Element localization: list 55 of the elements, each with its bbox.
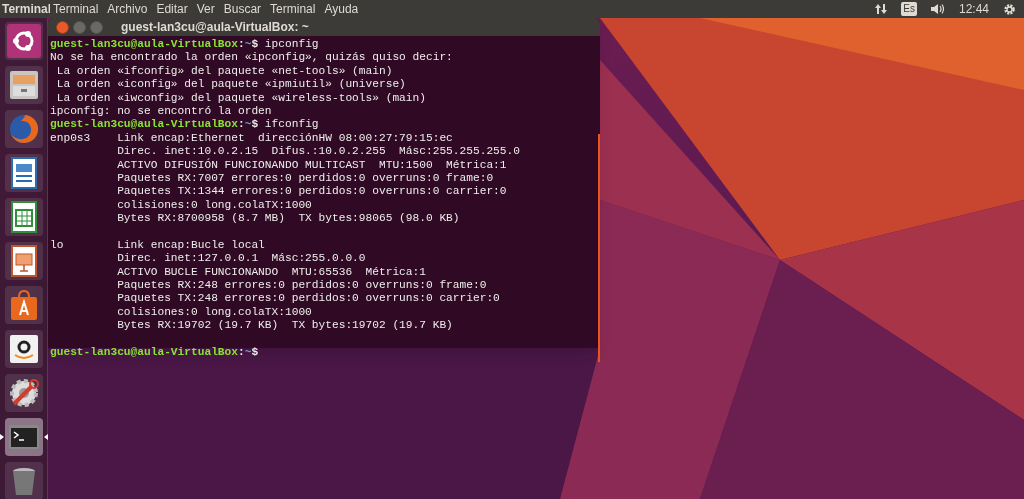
launcher-item[interactable] [4, 66, 43, 104]
output-line: Paquetes RX:7007 errores:0 perdidos:0 overruns:0 frame:0 [116, 171, 494, 184]
menu-item[interactable]: Ver [196, 0, 215, 18]
menu-item[interactable]: Terminal [53, 0, 99, 18]
prompt-user-host: guest-lan3cu@aula-VirtualBox [50, 38, 238, 50]
output-line: Bytes RX:8700958 (8.7 MB) TX bytes:98065 (98.0 KB) [116, 212, 460, 225]
clock[interactable]: 12:44 [958, 0, 989, 18]
output-line: No se ha encontrado la orden «ipconfig», quizás quiso decir: [50, 51, 453, 64]
output-line: ACTIVO BUCLE FUNCIONANDO MTU:65536 Métrica:1 [116, 265, 426, 278]
keyboard-layout-indicator[interactable]: Es [901, 2, 917, 16]
launcher-item[interactable] [4, 242, 43, 280]
output-line: lo Link encap:Bucle local [50, 238, 265, 251]
menu-item[interactable]: Ayuda [324, 0, 359, 18]
command-text: ipconfig [263, 38, 319, 50]
close-button[interactable] [56, 20, 69, 34]
output-line: Paquetes RX:248 errores:0 perdidos:0 overruns:0 frame:0 [116, 279, 487, 292]
menu-item[interactable]: Editar [156, 0, 188, 18]
prompt-path: :~$ [238, 346, 259, 358]
output-line: La orden «ifconfig» del paquete «net-tools» (main) [55, 64, 393, 77]
output-line: Direc. inet:10.0.2.15 Difus.:10.0.2.255 Másc:255.255.255.0 [116, 145, 520, 158]
output-line: ipconfig: no se encontró la orden [50, 104, 272, 117]
app-title: Terminal [1, 1, 50, 18]
menu-item[interactable]: Archivo [107, 0, 148, 18]
output-line: Bytes RX:19702 (19.7 KB) TX bytes:19702 (19.7 KB) [116, 319, 453, 332]
settings-icon[interactable] [1003, 2, 1016, 16]
focus-indicator-icon [43, 434, 48, 440]
output-line: colisiones:0 long.colaTX:1000 [116, 305, 312, 318]
prompt-user-host: guest-lan3cu@aula-VirtualBox [50, 346, 238, 358]
window-title: guest-lan3cu@aula-VirtualBox: ~ [121, 19, 309, 36]
launcher-item[interactable] [4, 22, 43, 60]
output-line: colisiones:0 long.colaTX:1000 [116, 198, 312, 211]
launcher-item[interactable] [4, 198, 43, 236]
output-line: Paquetes TX:1344 errores:0 perdidos:0 overruns:0 carrier:0 [116, 185, 507, 198]
output-line: ACTIVO DIFUSIÓN FUNCIONANDO MULTICAST MTU:1500 Métrica:1 [116, 158, 507, 171]
output-line: Paquetes TX:248 errores:0 perdidos:0 overruns:0 carrier:0 [116, 292, 500, 305]
output-line: Direc. inet:127.0.0.1 Másc:255.0.0.0 [116, 252, 366, 265]
volume-icon[interactable] [930, 3, 945, 15]
running-indicator-icon [0, 434, 4, 440]
prompt-path: :~$ [238, 118, 259, 131]
menu-item[interactable]: Terminal [270, 0, 316, 18]
output-line: La orden «iconfig» del paquete «ipmiutil» (universe) [55, 78, 406, 91]
output-line: La orden «iwconfig» del paquete «wireless-tools» (main) [55, 91, 426, 104]
output-line: enp0s3 Link encap:Ethernet direcciónHW 08:00:27:79:15:ec [50, 131, 453, 144]
launcher-item[interactable] [4, 462, 43, 499]
launcher-item[interactable] [4, 374, 43, 412]
launcher-item[interactable] [4, 286, 43, 324]
prompt-path: :~$ [238, 38, 259, 50]
menu-item[interactable]: Buscar [223, 0, 262, 18]
scrollbar[interactable] [598, 134, 600, 362]
network-icon[interactable] [875, 3, 888, 15]
launcher-item[interactable] [4, 330, 43, 368]
ubuntu-logo-icon [6, 24, 41, 58]
command-text: ifconfig [263, 118, 319, 131]
launcher-item[interactable] [4, 154, 43, 192]
prompt-user-host: guest-lan3cu@aula-VirtualBox [50, 118, 238, 131]
